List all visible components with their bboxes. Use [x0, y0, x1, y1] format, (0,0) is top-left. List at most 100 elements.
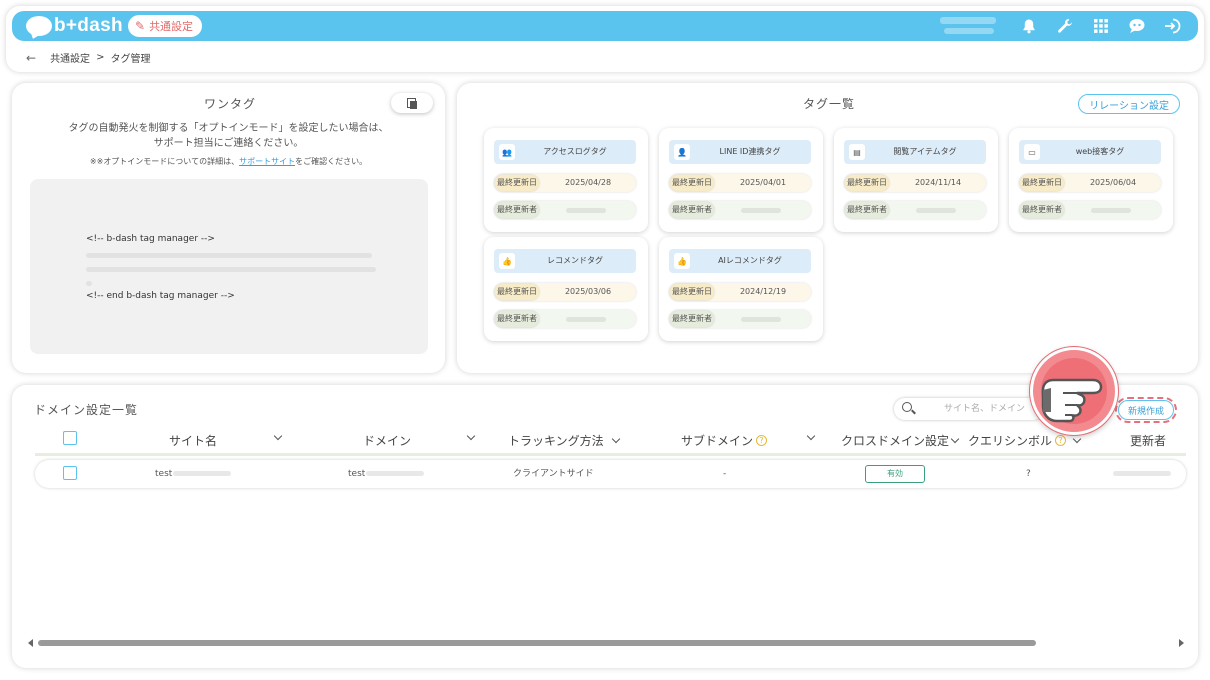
updater-blurred	[566, 208, 606, 213]
cell-site: test	[155, 460, 232, 488]
logout-icon[interactable]	[1162, 15, 1184, 37]
tag-name: LINE ID連携タグ	[719, 147, 781, 156]
column-header-site[interactable]: サイト名	[169, 432, 217, 449]
breadcrumb: ← 共通設定 > タグ管理	[26, 50, 151, 66]
wrench-icon[interactable]	[1054, 15, 1076, 37]
header: b+dash ✎ 共通設定 ← 共通設定 > タグ管理	[6, 6, 1204, 72]
tag-code-box[interactable]: <!-- b-dash tag manager --> <!-- end b-d…	[30, 179, 428, 354]
tag-updater-row: 最終更新者	[1019, 201, 1161, 219]
scroll-right-arrow-icon[interactable]	[1179, 639, 1184, 647]
logo[interactable]: b+dash	[26, 15, 123, 37]
tag-card-line-id[interactable]: 👤 LINE ID連携タグ 最終更新日 2025/04/01 最終更新者	[659, 128, 823, 232]
updated-label: 最終更新日	[670, 284, 714, 300]
cell-updater	[1112, 460, 1171, 488]
tag-updater-row: 最終更新者	[669, 310, 811, 328]
chat-bot-icon[interactable]	[1126, 15, 1148, 37]
chevron-down-icon[interactable]	[273, 431, 283, 441]
table-row[interactable]: test test クライアントサイド - 有効 ?	[35, 460, 1186, 488]
user-info-blurred	[940, 17, 996, 24]
row-checkbox[interactable]	[63, 466, 77, 480]
tag-card-header: 👍 AIレコメンドタグ	[669, 249, 811, 273]
bell-icon[interactable]	[1018, 15, 1040, 37]
updated-label: 最終更新日	[845, 175, 889, 191]
onetag-note: ※※オプトインモードについての詳細は、サポートサイトをご確認ください。	[12, 156, 445, 167]
updater-label: 最終更新者	[845, 202, 889, 218]
updated-date: 2025/04/28	[564, 178, 612, 187]
updated-label: 最終更新日	[1020, 175, 1064, 191]
tag-updater-row: 最終更新者	[669, 201, 811, 219]
column-header-tracking[interactable]: トラッキング方法	[508, 432, 620, 449]
tag-name: AIレコメンドタグ	[718, 256, 782, 265]
updated-date: 2024/11/14	[914, 178, 962, 187]
logo-bubble-icon	[26, 16, 52, 36]
header-divider	[35, 453, 1186, 456]
updated-label: 最終更新日	[670, 175, 714, 191]
common-settings-button[interactable]: ✎ 共通設定	[128, 15, 203, 37]
updater-blurred	[741, 317, 781, 322]
support-site-link[interactable]: サポートサイト	[239, 157, 295, 166]
chevron-down-icon[interactable]	[466, 431, 476, 441]
book-icon: ▤	[849, 144, 865, 160]
thumbs-up-icon: 👍	[499, 253, 515, 269]
help-icon[interactable]: ?	[1055, 435, 1067, 446]
column-label: クロスドメイン設定	[841, 434, 950, 448]
relation-settings-button[interactable]: リレーション設定	[1078, 94, 1180, 114]
scroll-thumb[interactable]	[38, 640, 1036, 646]
copy-button[interactable]	[391, 93, 433, 113]
tag-card-header: 👥 アクセスログタグ	[494, 140, 636, 164]
chevron-down-icon	[950, 434, 960, 444]
tag-name: web接客タグ	[1075, 147, 1125, 156]
breadcrumb-parent[interactable]: 共通設定	[50, 50, 90, 65]
note-text-after: をご確認ください。	[295, 157, 368, 166]
column-header-query-symbol[interactable]: クエリシンボル ?	[968, 432, 1082, 449]
help-icon[interactable]: ?	[756, 435, 768, 446]
pencil-icon: ✎	[135, 19, 146, 33]
blurred-text	[173, 471, 232, 476]
column-label: サブドメイン	[681, 434, 754, 448]
tag-card-recommend[interactable]: 👍 レコメンドタグ 最終更新日 2025/03/06 最終更新者	[484, 237, 648, 341]
search-input[interactable]: サイト名、ドメイン	[894, 398, 1044, 420]
tag-updated-row: 最終更新日 2025/04/01	[669, 174, 811, 192]
tag-updater-row: 最終更新者	[494, 201, 636, 219]
updater-label: 最終更新者	[1020, 202, 1064, 218]
updater-blurred	[566, 317, 606, 322]
domain-title-text: ドメイン設定一覧	[34, 403, 139, 417]
scroll-left-arrow-icon[interactable]	[28, 639, 33, 647]
tag-card-header: ▭ web接客タグ	[1019, 140, 1161, 164]
taglist-panel: タグ一覧 リレーション設定 👥 アクセスログタグ 最終更新日 2025/04/2…	[457, 83, 1198, 373]
pointing-hand-icon	[1041, 378, 1103, 423]
updater-label: 最終更新者	[670, 202, 714, 218]
chevron-down-icon[interactable]	[806, 431, 816, 441]
column-label: サイト名	[169, 434, 218, 448]
search-placeholder: サイト名、ドメイン	[944, 404, 1026, 414]
tag-card-browsed-item[interactable]: ▤ 閲覧アイテムタグ 最終更新日 2024/11/14 最終更新者	[834, 128, 998, 232]
tag-card-header: 👍 レコメンドタグ	[494, 249, 636, 273]
tag-card-access-log[interactable]: 👥 アクセスログタグ 最終更新日 2025/04/28 最終更新者	[484, 128, 648, 232]
updater-label: 最終更新者	[495, 202, 539, 218]
tag-updated-row: 最終更新日 2025/06/04	[1019, 174, 1161, 192]
tag-updater-row: 最終更新者	[844, 201, 986, 219]
new-create-button[interactable]: 新規作成	[1114, 397, 1178, 423]
tag-card-header: ▤ 閲覧アイテムタグ	[844, 140, 986, 164]
taglist-title: タグ一覧	[799, 95, 860, 114]
column-header-domain[interactable]: ドメイン	[363, 432, 411, 449]
column-header-subdomain[interactable]: サブドメイン ?	[681, 432, 768, 449]
grid-icon[interactable]	[1090, 15, 1112, 37]
thumbs-up-icon: 👍	[674, 253, 690, 269]
horizontal-scrollbar[interactable]	[28, 639, 1184, 647]
updater-blurred	[741, 208, 781, 213]
column-header-cross-domain[interactable]: クロスドメイン設定	[841, 432, 960, 449]
tag-card-web-service[interactable]: ▭ web接客タグ 最終更新日 2025/06/04 最終更新者	[1009, 128, 1173, 232]
tag-card-ai-recommend[interactable]: 👍 AIレコメンドタグ 最終更新日 2024/12/19 最終更新者	[659, 237, 823, 341]
copy-icon	[407, 97, 417, 109]
column-header-updater[interactable]: 更新者	[1130, 432, 1166, 449]
breadcrumb-current: タグ管理	[110, 54, 151, 65]
back-arrow-icon[interactable]: ←	[26, 51, 36, 65]
select-all-checkbox[interactable]	[63, 431, 77, 445]
updated-date: 2024/12/19	[739, 287, 787, 296]
user-info[interactable]	[936, 14, 1004, 38]
code-blurred-line	[86, 253, 372, 258]
site-name: test	[155, 469, 173, 479]
domain-name: test	[348, 469, 366, 479]
domain-title: ドメイン設定一覧	[30, 401, 143, 420]
